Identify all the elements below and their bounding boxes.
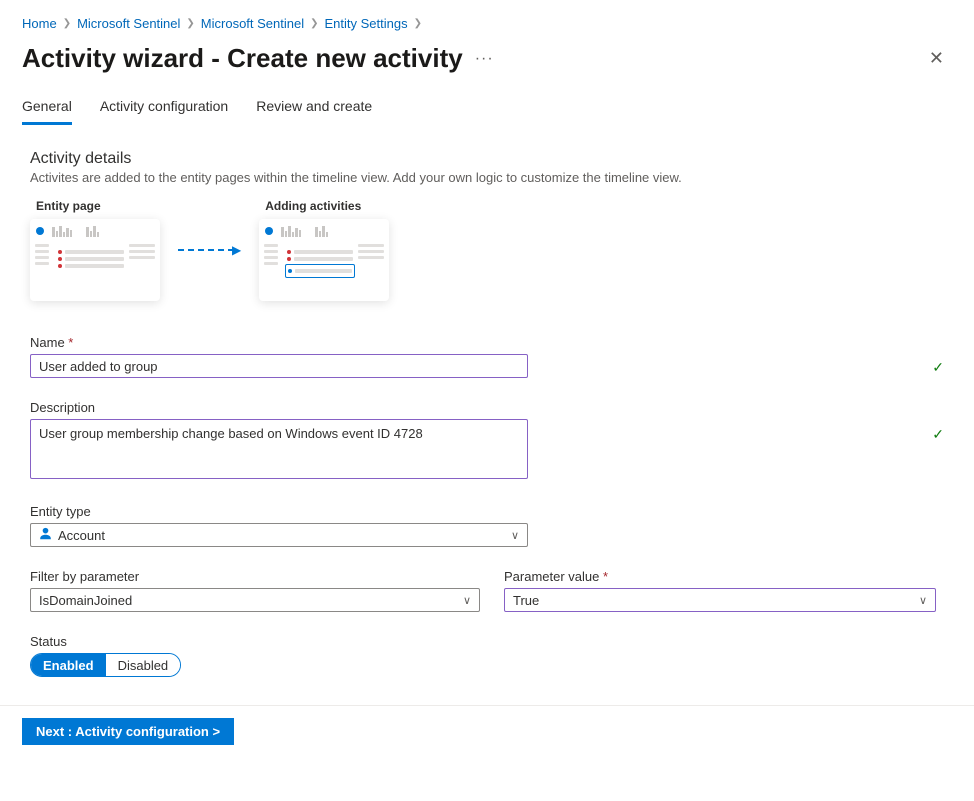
description-label: Description (30, 400, 952, 415)
tab-general[interactable]: General (22, 92, 72, 125)
diagram-caption-entity-page: Entity page (36, 199, 160, 213)
name-input[interactable] (30, 354, 528, 378)
tab-review-and-create[interactable]: Review and create (256, 92, 372, 125)
close-icon[interactable]: ✕ (921, 44, 952, 73)
entity-type-select[interactable]: Account ∨ (30, 523, 528, 547)
chevron-right-icon: ❯ (414, 18, 422, 29)
user-icon (39, 527, 52, 543)
entity-type-label: Entity type (30, 504, 952, 519)
more-icon[interactable]: ··· (475, 50, 494, 68)
parameter-value-value: True (513, 593, 539, 608)
page-title: Activity wizard - Create new activity (22, 43, 463, 74)
section-description: Activites are added to the entity pages … (30, 170, 952, 185)
status-enabled-option[interactable]: Enabled (31, 654, 106, 676)
status-toggle[interactable]: Enabled Disabled (30, 653, 181, 677)
check-icon: ✓ (932, 359, 944, 376)
parameter-value-select[interactable]: True ∨ (504, 588, 936, 612)
entity-type-value: Account (58, 528, 105, 543)
chevron-right-icon: ❯ (63, 18, 71, 29)
breadcrumb-item[interactable]: Home (22, 16, 57, 31)
section-heading: Activity details (30, 150, 952, 168)
status-label: Status (30, 634, 952, 649)
status-disabled-option[interactable]: Disabled (106, 654, 181, 676)
chevron-down-icon: ∨ (511, 529, 519, 542)
parameter-value-label: Parameter value (504, 569, 936, 584)
filter-by-parameter-value: IsDomainJoined (39, 593, 132, 608)
explainer-diagram: Entity page ▶ (30, 199, 952, 301)
diagram-caption-adding-activities: Adding activities (265, 199, 389, 213)
arrow-right-icon: ▶ (178, 243, 241, 257)
description-input[interactable] (30, 419, 528, 479)
entity-page-thumbnail (30, 219, 160, 301)
breadcrumb: Home ❯ Microsoft Sentinel ❯ Microsoft Se… (22, 10, 952, 43)
filter-by-parameter-select[interactable]: IsDomainJoined ∨ (30, 588, 480, 612)
tab-activity-configuration[interactable]: Activity configuration (100, 92, 228, 125)
chevron-right-icon: ❯ (186, 18, 194, 29)
chevron-down-icon: ∨ (463, 594, 471, 607)
filter-by-parameter-label: Filter by parameter (30, 569, 480, 584)
breadcrumb-item[interactable]: Microsoft Sentinel (201, 16, 304, 31)
breadcrumb-item[interactable]: Microsoft Sentinel (77, 16, 180, 31)
breadcrumb-item[interactable]: Entity Settings (325, 16, 408, 31)
next-button[interactable]: Next : Activity configuration > (22, 718, 234, 745)
chevron-right-icon: ❯ (310, 18, 318, 29)
name-label: Name (30, 335, 952, 350)
check-icon: ✓ (932, 426, 944, 443)
tabs: General Activity configuration Review an… (22, 92, 952, 126)
adding-activities-thumbnail (259, 219, 389, 301)
chevron-down-icon: ∨ (919, 594, 927, 607)
